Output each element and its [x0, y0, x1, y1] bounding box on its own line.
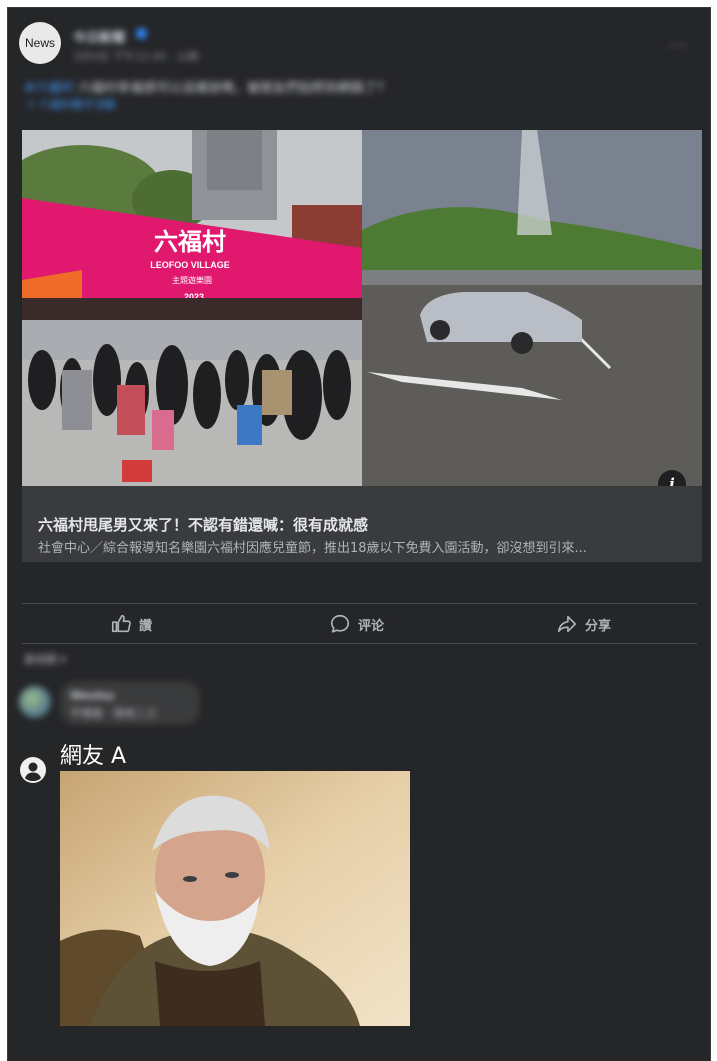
link-preview-title[interactable]: 六福村甩尾男又來了！不認有錯還喊：很有成就感 — [38, 514, 368, 535]
caption-text: 六福村幸福感可以這樣說嗎，被朋友們拍照到網路了? — [78, 81, 384, 96]
comment-label: 评论 — [358, 618, 385, 634]
banner-title: 六福村 — [154, 228, 226, 256]
like-label: 讚 — [139, 618, 153, 634]
post-timestamp[interactable]: 3月4日 下午12:40 · 公開 — [73, 48, 199, 64]
banner-subtitle: LEOFOO VILLAGE — [150, 260, 230, 270]
link-preview-text[interactable]: 六福村甩尾男又來了！不認有錯還喊：很有成就感 社會中心／綜合報導知名樂園六福村因… — [22, 486, 702, 562]
reply-image[interactable] — [60, 771, 410, 1026]
thumbs-up-icon — [111, 614, 131, 633]
comment-button[interactable]: 评论 — [329, 612, 384, 636]
comment-author[interactable]: Wesley — [70, 689, 114, 702]
actions-divider-top — [22, 603, 697, 604]
comment-text: 不愧是 · 很有二三 — [70, 707, 158, 720]
caption-link[interactable]: 》六福村親子活動 — [28, 96, 116, 112]
banner-tag: 主題遊樂園 — [172, 275, 212, 285]
link-preview-image[interactable]: 六福村 LEOFOO VILLAGE 主題遊樂園 2023 — [22, 130, 702, 486]
post-caption: #六福村 六福村幸福感可以這樣說嗎，被朋友們拍照到網路了? — [24, 77, 384, 96]
preview-photo: 六福村 LEOFOO VILLAGE 主題遊樂園 2023 — [22, 130, 702, 486]
actions-divider-bottom — [22, 643, 697, 644]
user-avatar-icon — [20, 757, 46, 783]
reply-photo — [60, 771, 410, 1026]
caption-hashtag[interactable]: #六福村 — [24, 81, 74, 96]
link-preview-description: 社會中心／綜合報導知名樂園六福村因應兒童節，推出18歲以下免費入園活動，卻沒想到… — [38, 541, 587, 556]
verified-badge-icon — [136, 28, 147, 39]
page-name[interactable]: 今日新聞 — [73, 27, 125, 46]
reply-user-name: 網友 A — [60, 744, 127, 769]
commenter-avatar[interactable] — [19, 686, 51, 718]
share-label: 分享 — [585, 618, 612, 634]
comment-bubble-icon — [330, 614, 350, 633]
share-button[interactable]: 分享 — [556, 612, 611, 636]
page-avatar[interactable]: News — [19, 22, 61, 64]
like-button[interactable]: 讚 — [110, 612, 152, 636]
share-arrow-icon — [557, 615, 577, 633]
comment-bubble: Wesley 不愧是 · 很有二三 — [60, 681, 200, 725]
comment-sort-dropdown[interactable]: 最相關 ▾ — [24, 651, 66, 667]
more-options-icon[interactable]: ··· — [669, 36, 687, 55]
